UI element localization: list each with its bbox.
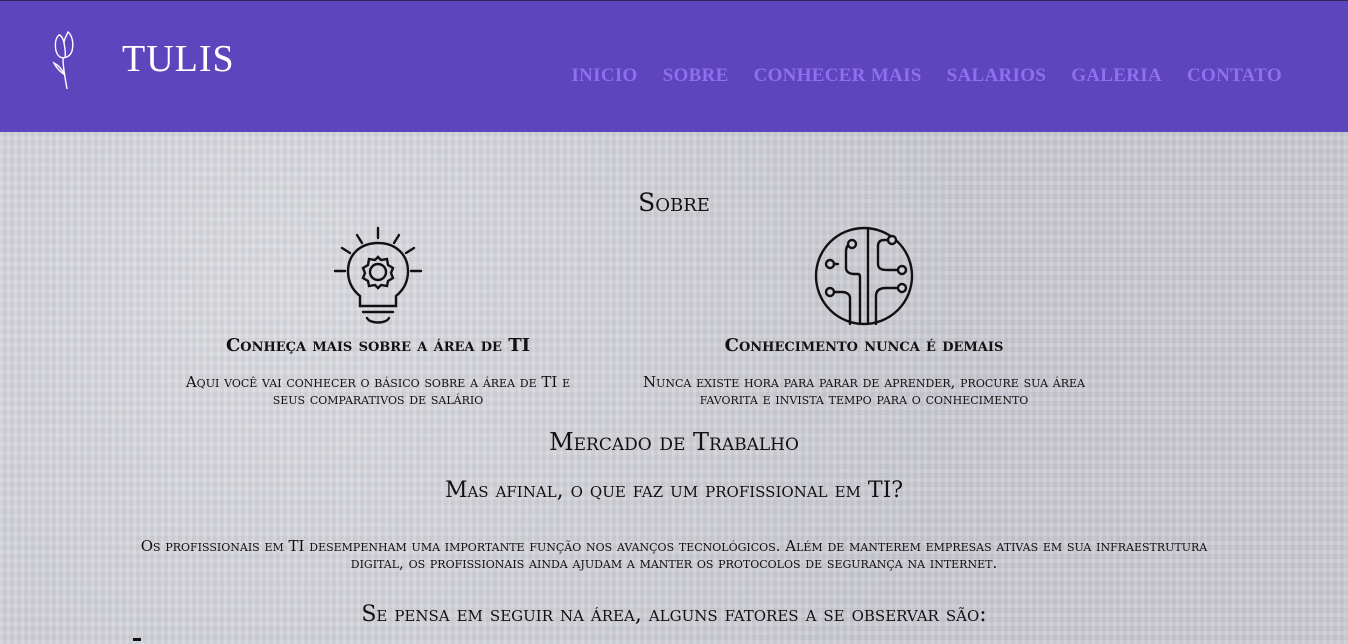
tulip-icon[interactable] <box>50 29 80 93</box>
feature-text: Aqui você vai conhecer o básico sobre a … <box>185 373 571 408</box>
question-heading: Mas afinal, o que faz um profissional em… <box>444 478 904 503</box>
mercado-description: Os profissionais em TI desempenham uma i… <box>140 537 1208 572</box>
site-header: TULIS INICIO SOBRE CONHECER MAIS SALARIO… <box>0 0 1348 132</box>
main-nav: INICIO SOBRE CONHECER MAIS SALARIOS GALE… <box>571 65 1282 87</box>
feature-conhecimento: Conhecimento nunca é demais Nunca existe… <box>640 335 1088 408</box>
nav-conhecer-mais[interactable]: CONHECER MAIS <box>754 65 922 87</box>
feature-title: Conhecimento nunca é demais <box>724 335 1004 356</box>
nav-sobre[interactable]: SOBRE <box>663 65 729 87</box>
section-title-sobre: Sobre <box>638 188 710 217</box>
nav-contato[interactable]: CONTATO <box>1187 65 1282 87</box>
feature-conheca: Conheça mais sobre a área de TI Aqui voc… <box>168 335 588 408</box>
circuit-circle-icon <box>814 226 914 326</box>
nav-inicio[interactable]: INICIO <box>571 65 637 87</box>
lightbulb-gear-icon <box>333 226 423 324</box>
feature-title: Conheça mais sobre a área de TI <box>225 335 531 356</box>
factors-heading: Se pensa em seguir na área, alguns fator… <box>361 602 987 627</box>
brand-name[interactable]: TULIS <box>122 37 235 81</box>
list-bullet <box>133 638 141 641</box>
nav-salarios[interactable]: SALARIOS <box>947 65 1047 87</box>
nav-galeria[interactable]: GALERIA <box>1071 65 1162 87</box>
section-title-mercado: Mercado de Trabalho <box>549 428 799 456</box>
feature-text: Nunca existe hora para parar de aprender… <box>643 373 1085 408</box>
